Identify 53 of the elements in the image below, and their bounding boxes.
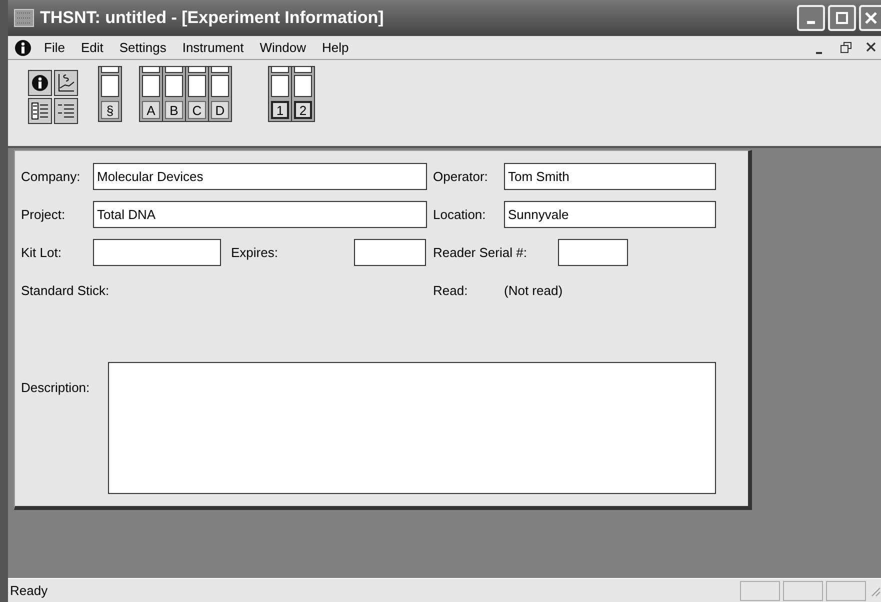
minimize-button[interactable]	[797, 5, 825, 31]
text-field[interactable]	[354, 239, 426, 266]
minimize-icon	[807, 20, 815, 24]
field-label: Kit Lot:	[21, 244, 62, 262]
list-icon[interactable]	[54, 98, 78, 124]
field-label: Description:	[21, 379, 91, 397]
status-pane	[740, 580, 780, 600]
info-icon[interactable]	[28, 70, 52, 96]
test-stick-button[interactable]: C	[185, 66, 209, 122]
text-field[interactable]: Sunnyvale	[504, 201, 716, 228]
text-field[interactable]	[93, 239, 221, 266]
close-icon	[864, 11, 878, 25]
field-label: Expires:	[230, 244, 279, 262]
test-stick-button[interactable]: B	[162, 66, 186, 122]
status-pane	[782, 580, 823, 600]
text-field[interactable]: Molecular Devices	[93, 163, 427, 190]
menu-item[interactable]: Edit	[72, 38, 112, 58]
resize-grip-icon[interactable]	[869, 584, 881, 596]
field-label: Reader Serial #:	[433, 244, 528, 262]
text-field[interactable]	[558, 239, 628, 266]
close-icon	[864, 41, 878, 54]
maximize-button[interactable]	[828, 5, 856, 31]
menu-item[interactable]: Instrument	[174, 38, 252, 58]
text-field[interactable]: Total DNA	[93, 201, 427, 228]
field-label: Read:	[433, 282, 469, 300]
menu-item[interactable]: File	[36, 38, 73, 58]
test-stick-button[interactable]: D	[208, 66, 232, 122]
test-stick-button[interactable]: 2	[291, 66, 315, 122]
chart-icon[interactable]	[54, 70, 78, 96]
test-stick-button[interactable]: 1	[268, 66, 292, 122]
field-label: Operator:	[433, 168, 489, 186]
field-label: Project:	[21, 206, 66, 224]
description-field[interactable]	[108, 362, 716, 494]
status-pane	[826, 580, 866, 600]
list-icon[interactable]	[28, 98, 52, 124]
status-text: Ready	[10, 582, 49, 600]
field-label: Location:	[433, 206, 487, 224]
read-status-text: (Not read)	[504, 282, 563, 300]
maximize-icon	[835, 11, 849, 25]
minimize-icon	[816, 52, 822, 54]
field-label: Standard Stick:	[21, 282, 110, 300]
test-stick-button[interactable]: A	[139, 66, 163, 122]
close-button[interactable]	[859, 5, 881, 31]
info-icon[interactable]	[14, 38, 32, 56]
restore-icon	[838, 41, 852, 54]
menu-item[interactable]: Window	[252, 38, 314, 58]
field-label: Company:	[21, 168, 82, 186]
text-field[interactable]: Tom Smith	[504, 163, 716, 190]
app-icon	[14, 9, 34, 27]
menu-item[interactable]: Help	[314, 38, 357, 58]
test-stick-button[interactable]: §	[98, 66, 122, 122]
menu-item[interactable]: Settings	[111, 38, 174, 58]
window-title: THSNT: untitled - [Experiment Information]	[40, 7, 385, 30]
